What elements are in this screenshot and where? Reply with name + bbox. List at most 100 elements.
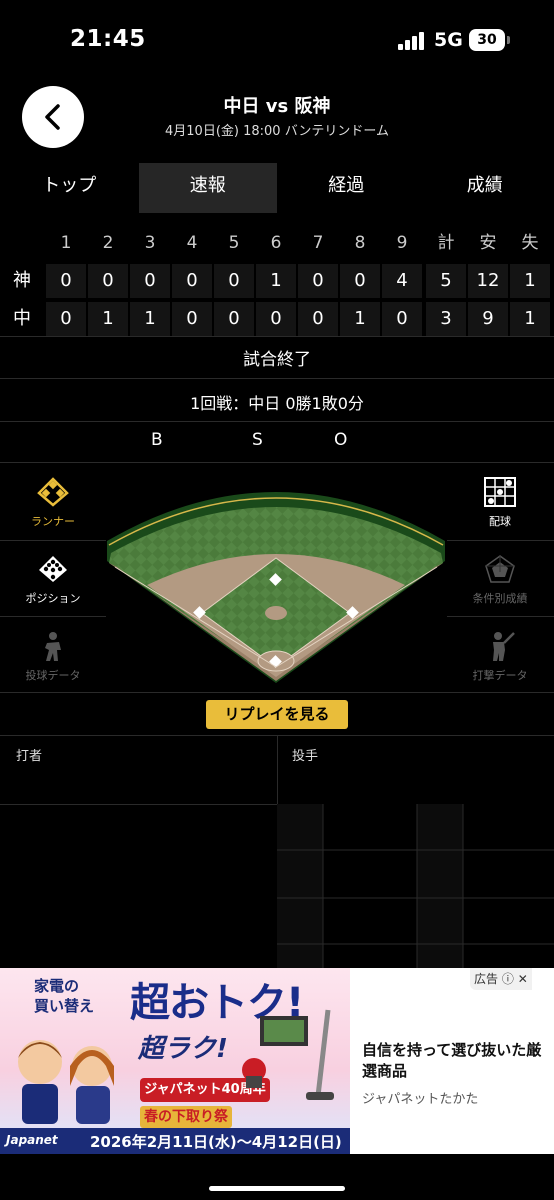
ad-brand: Japanet <box>6 1133 58 1147</box>
divider <box>0 378 554 379</box>
baseball-field <box>107 463 445 691</box>
inning-header: 7 <box>312 233 324 253</box>
tab-stats[interactable]: 成績 <box>416 163 554 213</box>
hits-cell: 12 <box>468 264 508 298</box>
divider <box>277 735 278 805</box>
battery-icon: 30 <box>469 29 505 51</box>
pitcher-label: 投手 <box>292 749 319 764</box>
status-time: 21:45 <box>70 26 146 52</box>
status-bar: 21:45 5G 30 <box>0 0 554 82</box>
scoreboard: 1 2 3 4 5 6 7 8 9 計 安 失 神 0 0 0 0 0 1 0 … <box>0 224 554 338</box>
score-cell: 0 <box>256 302 296 336</box>
ad-image[interactable]: 家電の 買い替え 超おトク! 超ラク! ジャパネット40周年 春の下取り祭 Ja… <box>0 968 350 1154</box>
team-label: 神 <box>13 270 31 291</box>
radar-chart-icon <box>485 555 515 583</box>
scoreboard-row-away: 神 0 0 0 0 0 1 0 0 4 5 12 1 <box>0 262 554 300</box>
ad-dates: 2026年2月11日(水)〜4月12日(日) <box>90 1133 342 1151</box>
total-cell: 5 <box>426 264 466 298</box>
batting-data-label: 打撃データ <box>472 669 528 682</box>
home-indicator[interactable] <box>209 1186 345 1191</box>
score-cell: 0 <box>382 302 422 336</box>
total-runs-header: 計 <box>437 233 455 253</box>
tab-bar: トップ 速報 経過 成績 <box>0 163 554 213</box>
ad-footer: Japanet 2026年2月11日(水)〜4月12日(日) <box>0 1128 350 1154</box>
diamond-bases-icon <box>37 477 69 507</box>
replay-button[interactable]: リプレイを見る <box>206 700 348 729</box>
divider <box>0 692 554 693</box>
inning-header: 3 <box>144 233 156 253</box>
signal-icon <box>398 32 428 50</box>
ad-info-icon[interactable]: ⓘ <box>502 972 514 986</box>
inning-header: 1 <box>60 233 72 253</box>
ad-products-illustration <box>242 1009 334 1100</box>
score-cell: 1 <box>88 302 128 336</box>
tab-top[interactable]: トップ <box>0 163 139 213</box>
divider <box>0 540 106 541</box>
errors-cell: 1 <box>510 264 550 298</box>
batting-data-button[interactable]: 打撃データ <box>447 617 553 692</box>
scoreboard-row-home: 中 0 1 1 0 0 0 0 1 0 3 9 1 <box>0 300 554 338</box>
total-cell: 3 <box>426 302 466 336</box>
divider <box>0 616 106 617</box>
runner-view-button[interactable]: ランナー <box>0 463 106 538</box>
scoreboard-header: 1 2 3 4 5 6 7 8 9 計 安 失 <box>0 224 554 262</box>
score-cell: 0 <box>214 302 254 336</box>
runner-label: ランナー <box>31 515 75 528</box>
score-cell: 0 <box>172 264 212 298</box>
fielder-positions-icon <box>39 556 67 582</box>
divider <box>0 462 554 463</box>
score-cell: 0 <box>298 264 338 298</box>
tab-live[interactable]: 速報 <box>138 163 277 213</box>
divider <box>447 616 554 617</box>
score-cell: 0 <box>298 302 338 336</box>
pitch-location-button[interactable]: 配球 <box>447 463 553 538</box>
split-stats-button[interactable]: 条件別成績 <box>447 540 553 615</box>
game-status: 試合終了 <box>243 350 311 370</box>
score-cell: 0 <box>172 302 212 336</box>
errors-header: 失 <box>521 233 539 253</box>
batter-icon <box>493 632 515 661</box>
score-cell: 0 <box>130 264 170 298</box>
ad-badge-label: 広告 <box>474 972 499 986</box>
score-cell: 0 <box>214 264 254 298</box>
inning-header: 4 <box>186 233 198 253</box>
score-cell: 4 <box>382 264 422 298</box>
score-cell: 0 <box>46 264 86 298</box>
inning-header: 8 <box>354 233 366 253</box>
match-info: 4月10日(金) 18:00 バンテリンドーム <box>165 124 389 139</box>
batter-label: 打者 <box>16 749 43 764</box>
errors-cell: 1 <box>510 302 550 336</box>
close-icon[interactable]: ✕ <box>518 972 528 986</box>
ad-banner[interactable]: 家電の 買い替え 超おトク! 超ラク! ジャパネット40周年 春の下取り祭 Ja… <box>0 968 554 1154</box>
ad-copy: 自信を持って選び抜いた厳選商品 <box>362 1041 542 1080</box>
inning-header: 6 <box>270 233 282 253</box>
score-cell: 0 <box>340 264 380 298</box>
score-cell: 1 <box>130 302 170 336</box>
pitching-data-button[interactable]: 投球データ <box>0 617 106 692</box>
page-title: 中日 vs 阪神 <box>223 96 331 117</box>
inning-header: 9 <box>396 233 408 253</box>
ad-badge[interactable]: 広告 ⓘ ✕ <box>470 968 532 990</box>
score-cell: 1 <box>340 302 380 336</box>
pitching-data-label: 投球データ <box>25 669 81 682</box>
pitch-grid-icon <box>484 477 516 507</box>
ad-event: 春の下取り祭 <box>140 1106 232 1128</box>
network-label: 5G <box>434 29 463 51</box>
ball-count-label: B <box>151 430 163 450</box>
score-cell: 1 <box>256 264 296 298</box>
divider <box>0 336 554 337</box>
pitcher-icon <box>45 632 61 661</box>
score-cell: 0 <box>88 264 128 298</box>
battery-tip <box>507 36 510 44</box>
hits-cell: 9 <box>468 302 508 336</box>
split-stats-label: 条件別成績 <box>472 592 528 605</box>
team-label: 中 <box>13 308 31 329</box>
pitch-location-label: 配球 <box>489 515 511 528</box>
score-cell: 0 <box>46 302 86 336</box>
pitch-data-grid <box>277 804 554 968</box>
series-record: 1回戦：中日 0勝1敗0分 <box>190 394 364 413</box>
position-view-button[interactable]: ポジション <box>0 540 106 615</box>
tab-progress[interactable]: 経過 <box>277 163 416 213</box>
inning-header: 5 <box>228 233 240 253</box>
divider <box>447 540 554 541</box>
